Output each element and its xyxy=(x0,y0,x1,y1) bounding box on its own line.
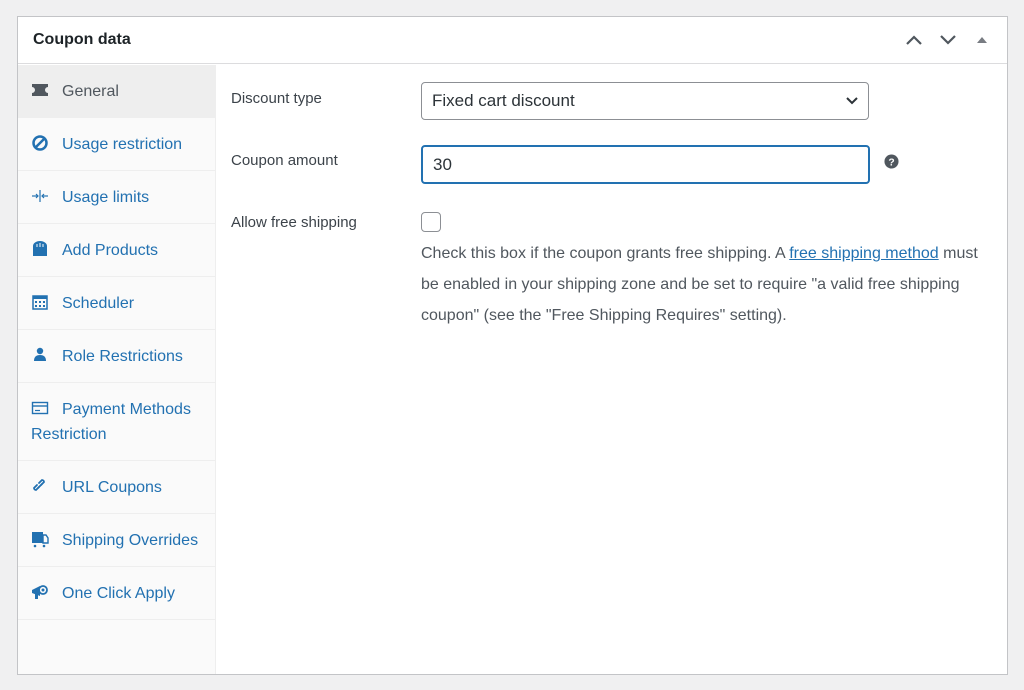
free-shipping-checkbox[interactable] xyxy=(421,212,441,232)
coupon-amount-label: Coupon amount xyxy=(231,152,338,169)
credit-card-icon xyxy=(31,399,49,417)
truck-icon xyxy=(31,530,49,548)
tab-scheduler[interactable]: Scheduler xyxy=(18,277,215,330)
tab-label: One Click Apply xyxy=(62,585,175,602)
chevron-down-icon xyxy=(846,97,858,105)
megaphone-icon xyxy=(31,583,49,601)
tab-shipping-overrides[interactable]: Shipping Overrides xyxy=(18,514,215,567)
description-text: Check this box if the coupon grants free… xyxy=(421,245,790,262)
tab-general[interactable]: General xyxy=(18,65,215,118)
chevron-up-icon xyxy=(906,35,922,45)
user-icon xyxy=(31,346,49,364)
triangle-up-icon xyxy=(977,37,987,43)
calendar-icon xyxy=(31,293,49,311)
free-shipping-label: Allow free shipping xyxy=(231,214,357,231)
tab-add-products[interactable]: Add Products xyxy=(18,224,215,277)
tab-label: Add Products xyxy=(62,242,159,259)
discount-type-value: Fixed cart discount xyxy=(432,91,575,110)
tab-label: URL Coupons xyxy=(62,479,162,496)
coupon-amount-value: 30 xyxy=(433,155,452,174)
svg-text:?: ? xyxy=(888,157,894,168)
move-up-button[interactable] xyxy=(897,22,931,58)
tab-one-click-apply[interactable]: One Click Apply xyxy=(18,567,215,620)
tab-label: Usage limits xyxy=(62,189,150,206)
tab-label: Usage restriction xyxy=(62,136,183,153)
tab-label: Scheduler xyxy=(62,295,135,312)
tab-url-coupons[interactable]: URL Coupons xyxy=(18,461,215,514)
tab-label: Payment Methods Restriction xyxy=(31,401,191,443)
general-panel: Discount type Fixed cart discount Coupon… xyxy=(216,65,1007,674)
chevron-down-icon xyxy=(940,35,956,45)
panel-header: Coupon data xyxy=(18,17,1007,64)
free-shipping-description: Check this box if the coupon grants free… xyxy=(421,238,981,331)
toggle-panel-button[interactable] xyxy=(965,22,999,58)
coupon-data-panel: Coupon data General Usage restriction Us… xyxy=(17,16,1008,675)
coupon-tabs: General Usage restriction Usage limits A… xyxy=(18,65,216,674)
panel-body: General Usage restriction Usage limits A… xyxy=(18,65,1007,674)
tab-usage-limits[interactable]: Usage limits xyxy=(18,171,215,224)
ticket-icon xyxy=(31,81,49,99)
block-icon xyxy=(31,134,49,152)
panel-title: Coupon data xyxy=(33,31,131,48)
tab-label: General xyxy=(62,83,119,100)
discount-type-select[interactable]: Fixed cart discount xyxy=(421,82,869,120)
tab-usage-restriction[interactable]: Usage restriction xyxy=(18,118,215,171)
move-down-button[interactable] xyxy=(931,22,965,58)
tab-label: Role Restrictions xyxy=(62,348,183,365)
arrows-inward-icon xyxy=(31,187,49,205)
tab-label: Shipping Overrides xyxy=(62,532,199,549)
help-icon[interactable]: ? xyxy=(884,154,899,174)
coupon-amount-input[interactable]: 30 xyxy=(421,145,870,184)
free-shipping-method-link[interactable]: free shipping method xyxy=(789,245,938,262)
discount-type-label: Discount type xyxy=(231,90,322,107)
shopping-bag-icon xyxy=(31,240,49,258)
tab-payment-methods-restriction[interactable]: Payment Methods Restriction xyxy=(18,383,215,461)
tab-role-restrictions[interactable]: Role Restrictions xyxy=(18,330,215,383)
link-icon xyxy=(31,477,49,495)
panel-actions xyxy=(897,17,1007,63)
